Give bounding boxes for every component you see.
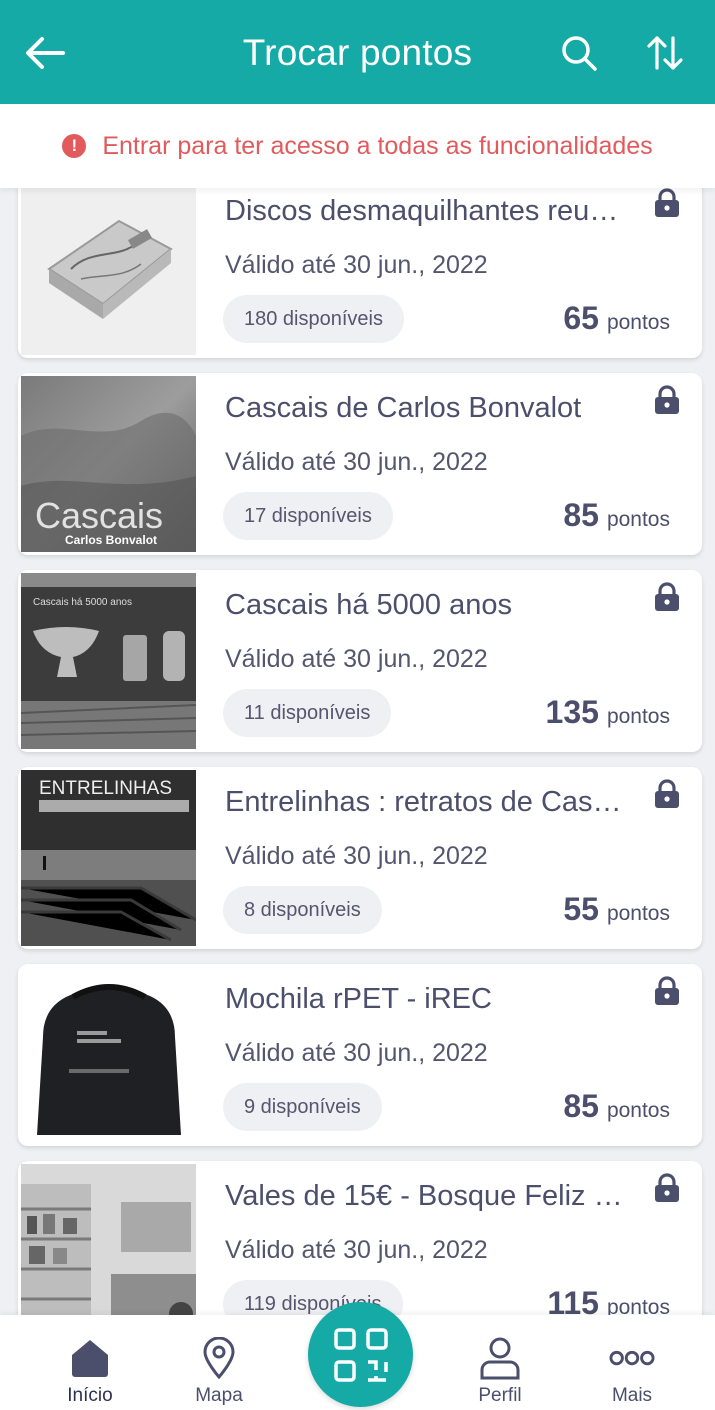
availability-badge: 9 disponíveis [223,1083,382,1131]
reward-points: 85 pontos [563,1088,670,1125]
page-title: Trocar pontos [242,32,473,73]
login-banner[interactable]: ! Entrar para ter acesso a todas as func… [0,104,715,188]
nav-label-more: Mais [611,1385,653,1406]
points-value: 65 [563,300,599,336]
qr-code-icon [333,1327,388,1382]
qr-scan-button[interactable] [308,1302,413,1407]
reward-points: 55 pontos [563,891,670,928]
points-unit: pontos [606,311,670,334]
reward-name: Mochila rPET - iREC [225,983,492,1015]
points-value: 55 [563,891,599,927]
reward-card[interactable]: Mochila rPET - iREC Válido até 30 jun., … [18,964,702,1146]
reward-points: 115 pontos [547,1285,670,1315]
image-text: Cascais há 5000 anos [33,597,132,608]
points-value: 135 [545,694,599,730]
reward-card[interactable]: Vales de 15€ - Bosque Feliz … Válido até… [18,1161,702,1315]
reward-image: ENTRELINHAS [21,770,196,946]
points-unit: pontos [606,1099,670,1122]
reward-validity: Válido até 30 jun., 2022 [225,1236,488,1264]
reward-name: Discos desmaquilhantes reu… [225,195,619,227]
more-icon [609,1335,655,1381]
reward-points: 135 pontos [546,694,670,731]
reward-image [21,967,196,1143]
availability-badge: 180 disponíveis [223,295,404,343]
search-icon[interactable] [556,30,602,76]
lock-icon [654,188,680,218]
login-banner-message: Entrar para ter acesso a todas as funcio… [102,131,653,160]
reward-image [21,188,196,355]
reward-card[interactable]: Cascais Carlos Bonvalot Cascais de Carlo… [18,373,702,555]
points-value: 85 [563,1088,599,1124]
reward-validity: Válido até 30 jun., 2022 [225,842,488,870]
reward-name: Vales de 15€ - Bosque Feliz … [225,1180,623,1212]
lock-icon [654,385,680,415]
points-unit: pontos [606,705,670,728]
reward-validity: Válido até 30 jun., 2022 [225,251,488,279]
points-value: 115 [547,1285,599,1315]
points-unit: pontos [606,1296,670,1315]
reward-image: Cascais Carlos Bonvalot [21,376,196,552]
nav-item-map[interactable]: Mapa [164,1315,274,1410]
nav-label-map: Mapa [195,1385,243,1406]
lock-icon [654,582,680,612]
image-text: Cascais [35,495,163,536]
image-text: ENTRELINHAS [39,778,172,799]
map-pin-icon [196,1335,242,1381]
reward-points: 85 pontos [563,497,670,534]
reward-image [21,1164,196,1315]
reward-image: Cascais há 5000 anos [21,573,196,749]
nav-item-home[interactable]: Início [35,1315,145,1410]
lock-icon [654,1173,680,1203]
reward-card[interactable]: Discos desmaquilhantes reu… Válido até 3… [18,188,702,358]
reward-validity: Válido até 30 jun., 2022 [225,448,488,476]
lock-icon [654,779,680,809]
nav-item-more[interactable]: Mais [577,1315,687,1410]
points-unit: pontos [606,508,670,531]
home-icon [67,1335,113,1381]
reward-name: Cascais de Carlos Bonvalot [225,392,582,424]
reward-validity: Válido até 30 jun., 2022 [225,1039,488,1067]
availability-badge: 11 disponíveis [223,689,392,737]
reward-points: 65 pontos [563,300,670,337]
points-value: 85 [563,497,599,533]
top-app-bar: Trocar pontos [0,0,715,104]
profile-icon [477,1335,523,1381]
rewards-list[interactable]: Discos desmaquilhantes reu… Válido até 3… [0,188,715,1315]
points-unit: pontos [606,902,670,925]
nav-item-profile[interactable]: Perfil [445,1315,555,1410]
availability-badge: 17 disponíveis [223,492,393,540]
nav-label-home: Início [67,1385,113,1406]
nav-label-profile: Perfil [478,1385,522,1406]
lock-icon [654,976,680,1006]
image-subtext: Carlos Bonvalot [65,533,157,547]
availability-badge: 8 disponíveis [223,886,382,934]
reward-validity: Válido até 30 jun., 2022 [225,645,488,673]
reward-card[interactable]: ENTRELINHAS Entrelinhas : retratos de Ca… [18,767,702,949]
sort-icon[interactable] [642,30,688,76]
alert-icon: ! [62,134,87,158]
reward-name: Entrelinhas : retratos de Cas… [225,786,622,818]
reward-name: Cascais há 5000 anos [225,589,512,621]
reward-card[interactable]: Cascais há 5000 anos Cascais há 5000 ano… [18,570,702,752]
